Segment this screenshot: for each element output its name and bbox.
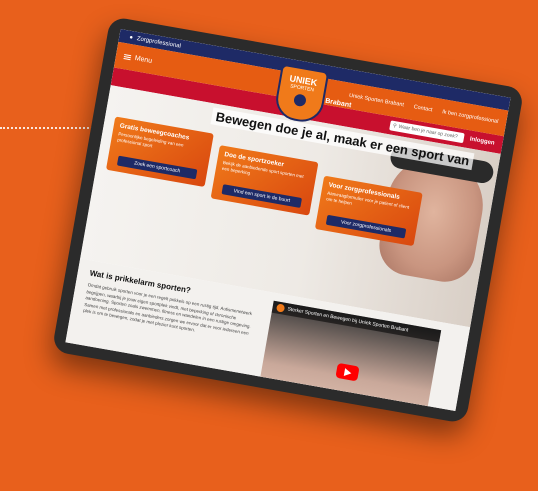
- website-screen: ● Zorgprofessional Menu Uniek Sporten Br…: [65, 29, 511, 411]
- tablet-device: ● Zorgprofessional Menu Uniek Sporten Br…: [51, 16, 525, 424]
- channel-logo-icon: [275, 303, 286, 313]
- find-sport-button[interactable]: Vind een sport in de buurt: [221, 184, 303, 208]
- menu-label[interactable]: Menu: [134, 54, 152, 64]
- hamburger-menu-icon[interactable]: [123, 53, 132, 60]
- nav-link-contact[interactable]: Contact: [413, 104, 433, 113]
- nav-link-zorgprofessional[interactable]: Ik ben zorgprofessional: [442, 109, 499, 125]
- view-providers-button[interactable]: Bekijk de sportaanbieders: [73, 353, 127, 379]
- play-button-icon[interactable]: [335, 362, 360, 382]
- card-sportzoeker: Doe de sportzoeker Bekijk de aanbiedende…: [210, 145, 319, 216]
- video-player[interactable]: Sterker Sporten en Bewegen bij Uniek Spo…: [255, 300, 442, 411]
- card-beweegcoaches: Gratis beweegcoaches Persoonlijke begele…: [105, 116, 214, 187]
- nav-link-uniek-sporten[interactable]: Uniek Sporten Brabant: [348, 93, 404, 109]
- find-coach-button[interactable]: Zoek een sportcoach: [116, 155, 198, 180]
- location-pin-icon: ●: [128, 34, 134, 41]
- zorgprofessionals-button[interactable]: Voor zorgprofessionals: [325, 214, 407, 239]
- search-icon: ⚲: [392, 122, 398, 130]
- login-button[interactable]: Inloggen: [469, 136, 495, 146]
- logo-ball-icon: [293, 93, 307, 108]
